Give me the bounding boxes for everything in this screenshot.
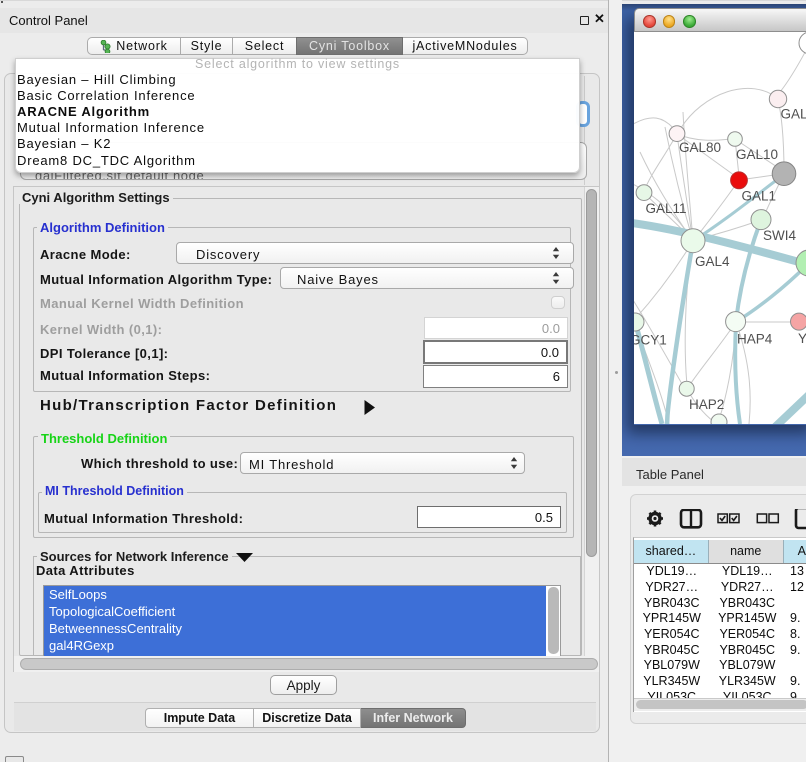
svg-text:GCY1: GCY1 [634, 333, 667, 348]
svg-text:GAL1: GAL1 [742, 189, 777, 204]
svg-text:HAP2: HAP2 [689, 397, 724, 412]
svg-text:Y: Y [798, 331, 806, 346]
svg-text:GAL10: GAL10 [736, 147, 778, 162]
svg-text:HAP4: HAP4 [737, 332, 773, 347]
svg-text:GAL2: GAL2 [781, 107, 806, 122]
svg-text:GAL80: GAL80 [679, 140, 721, 155]
svg-text:SWI4: SWI4 [763, 228, 796, 243]
svg-text:GAL11: GAL11 [646, 201, 687, 216]
svg-text:GAL4: GAL4 [695, 254, 730, 269]
